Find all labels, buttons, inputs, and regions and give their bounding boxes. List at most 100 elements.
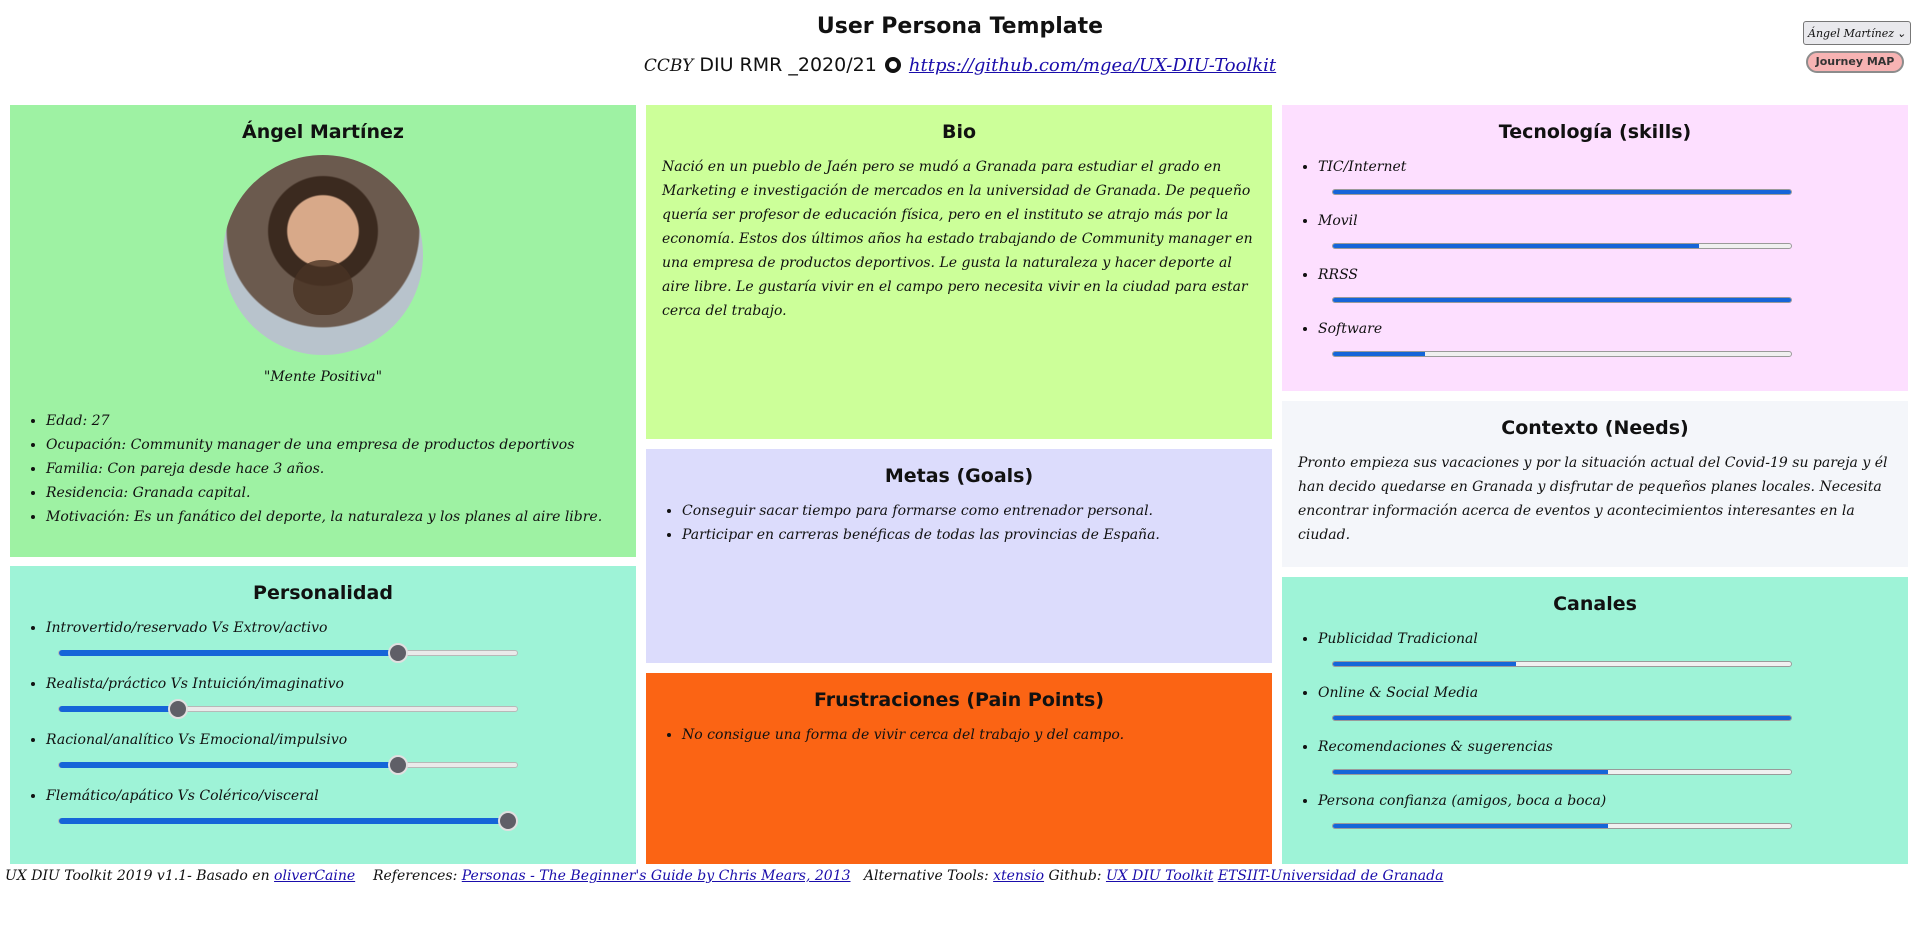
trait-label: Introvertido/reservado Vs Extrov/activo [46,620,328,636]
skill-label: RRSS [1318,267,1359,283]
channel-meter-fill [1333,824,1608,828]
frustrations-title: Frustraciones (Pain Points) [813,689,1105,711]
license-label: CCBY [643,56,694,76]
channel-meter [1332,769,1792,775]
channel-meter [1332,823,1792,829]
footer-alt-tools-label: Alternative Tools: [863,868,989,884]
trait-item: Flemático/apático Vs Colérico/visceral [46,784,620,831]
channel-meter [1332,715,1792,721]
persona-select-value: Ángel Martínez [1808,26,1895,40]
context-text: Pronto empieza sus vacaciones y por la s… [1298,455,1888,543]
skill-meter-fill [1333,244,1700,248]
page-title: User Persona Template [816,14,1104,39]
footer-references-label: References: [372,868,458,884]
github-icon [884,57,901,73]
persona-name: Ángel Martínez [241,121,404,143]
bio-card: Bio Nació en un pueblo de Jaén pero se m… [646,105,1272,439]
skill-meter [1332,189,1792,195]
detail-motivation: Motivación: Es un fanático del deporte, … [46,505,620,529]
channels-list: Publicidad Tradicional Online & Social M… [1298,627,1892,829]
bio-text: Nació en un pueblo de Jaén pero se mudó … [662,159,1253,319]
channel-label: Publicidad Tradicional [1318,631,1478,647]
detail-residence: Residencia: Granada capital. [46,481,620,505]
channel-item: Recomendaciones & sugerencias [1318,735,1892,775]
trait-slider-fill [59,818,508,824]
personality-title: Personalidad [253,582,393,604]
footer-link-etsiit[interactable]: ETSIIT-Universidad de Granada [1218,868,1444,884]
channel-label: Online & Social Media [1318,685,1479,701]
trait-slider-thumb[interactable] [168,699,189,719]
trait-slider[interactable] [58,699,518,719]
trait-slider-thumb[interactable] [387,643,408,663]
page-subtitle: CCBY DIU RMR _2020/21 https://github.com… [0,54,1920,76]
journey-map-button[interactable]: Journey MAP [1806,51,1904,73]
trait-slider-fill [59,650,398,656]
channel-meter-fill [1333,716,1791,720]
skills-list: TIC/Internet Movil RRSS Software [1298,155,1892,357]
detail-occupation: Ocupación: Community manager de una empr… [46,433,620,457]
skill-item: RRSS [1318,263,1892,303]
trait-label: Realista/práctico Vs Intuición/imaginati… [46,676,344,692]
frustrations-card: Frustraciones (Pain Points) No consigue … [646,673,1272,864]
footer-github-label: Github: [1048,868,1102,884]
channel-label: Recomendaciones & sugerencias [1318,739,1553,755]
trait-item: Racional/analítico Vs Emocional/impulsiv… [46,728,620,775]
skill-label: Movil [1318,213,1358,229]
trait-slider-thumb[interactable] [387,755,408,775]
skill-label: TIC/Internet [1318,159,1407,175]
channel-item: Persona confianza (amigos, boca a boca) [1318,789,1892,829]
channel-item: Publicidad Tradicional [1318,627,1892,667]
channel-meter-fill [1333,770,1608,774]
skill-item: Software [1318,317,1892,357]
skill-meter [1332,243,1792,249]
persona-select[interactable]: Ángel Martínez ⌄ [1803,21,1911,45]
profile-card: Ángel Martínez "Mente Positiva" Edad: 27… [10,105,636,557]
profile-details: Edad: 27 Ocupación: Community manager de… [26,409,620,529]
avatar [223,155,423,355]
trait-slider-fill [59,762,398,768]
trait-item: Introvertido/reservado Vs Extrov/activo [46,616,620,663]
goal-item: Participar en carreras benéficas de toda… [682,523,1256,547]
context-card: Contexto (Needs) Pronto empieza sus vaca… [1282,401,1908,567]
detail-age: Edad: 27 [46,409,620,433]
trait-slider-thumb[interactable] [497,811,518,831]
skill-meter [1332,297,1792,303]
footer-link-olivercaine[interactable]: oliverCaine [274,868,355,884]
repo-link[interactable]: https://github.com/mgea/UX-DIU-Toolkit [909,55,1276,76]
skill-item: Movil [1318,209,1892,249]
footer-link-xtensio[interactable]: xtensio [993,868,1044,884]
channel-item: Online & Social Media [1318,681,1892,721]
goals-title: Metas (Goals) [884,465,1034,487]
persona-quote: "Mente Positiva" [263,369,383,385]
footer: UX DIU Toolkit 2019 v1.1- Basado en oliv… [5,868,1443,884]
bio-title: Bio [941,121,977,143]
goals-list: Conseguir sacar tiempo para formarse com… [662,499,1256,547]
footer-prefix: UX DIU Toolkit 2019 v1.1- Basado en [5,868,270,884]
technology-title: Tecnología (skills) [1498,121,1692,143]
chevron-down-icon: ⌄ [1896,26,1906,40]
goals-card: Metas (Goals) Conseguir sacar tiempo par… [646,449,1272,663]
personality-list: Introvertido/reservado Vs Extrov/activo … [26,616,620,831]
channel-meter-fill [1333,662,1517,666]
trait-slider[interactable] [58,811,518,831]
trait-label: Flemático/apático Vs Colérico/visceral [46,788,319,804]
personality-card: Personalidad Introvertido/reservado Vs E… [10,566,636,864]
footer-link-toolkit[interactable]: UX DIU Toolkit [1106,868,1213,884]
trait-slider[interactable] [58,755,518,775]
channel-meter [1332,661,1792,667]
context-title: Contexto (Needs) [1501,417,1689,439]
skill-item: TIC/Internet [1318,155,1892,195]
frustration-item: No consigue una forma de vivir cerca del… [682,723,1256,747]
trait-item: Realista/práctico Vs Intuición/imaginati… [46,672,620,719]
footer-link-personas[interactable]: Personas - The Beginner's Guide by Chris… [462,868,851,884]
technology-card: Tecnología (skills) TIC/Internet Movil R… [1282,105,1908,391]
channel-label: Persona confianza (amigos, boca a boca) [1318,793,1607,809]
skill-meter [1332,351,1792,357]
trait-slider[interactable] [58,643,518,663]
channels-title: Canales [1553,593,1637,615]
channels-card: Canales Publicidad Tradicional Online & … [1282,577,1908,864]
trait-slider-fill [59,706,179,712]
detail-family: Familia: Con pareja desde hace 3 años. [46,457,620,481]
skill-meter-fill [1333,352,1425,356]
skill-label: Software [1318,321,1383,337]
